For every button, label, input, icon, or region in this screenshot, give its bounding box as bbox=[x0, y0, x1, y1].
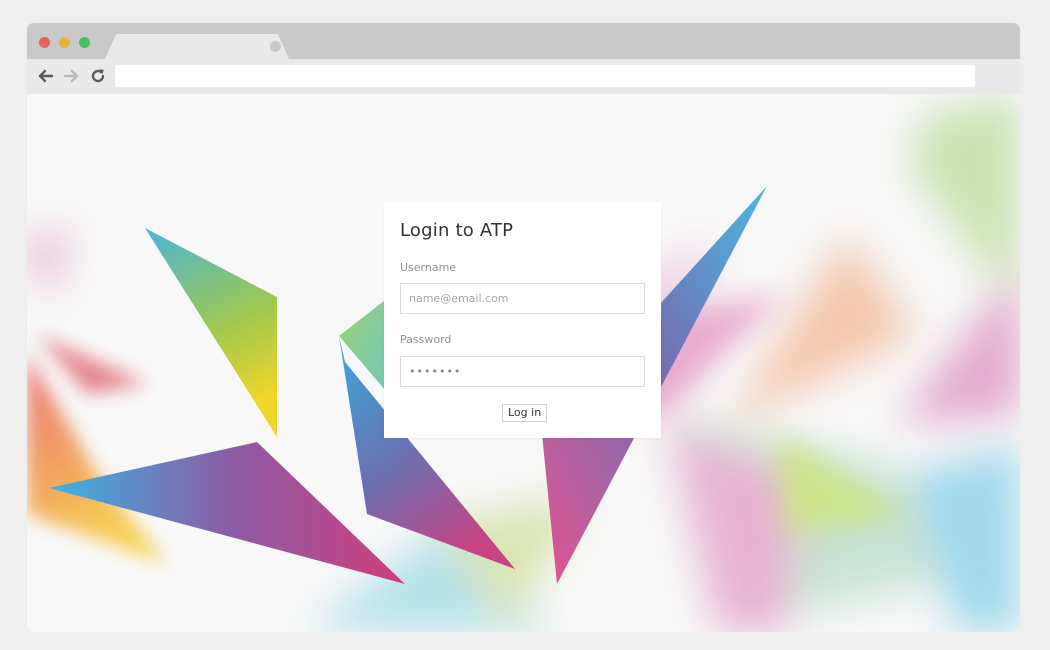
login-title: Login to ATP bbox=[400, 220, 514, 241]
browser-tab[interactable] bbox=[105, 34, 289, 59]
back-arrow-icon[interactable] bbox=[35, 64, 55, 88]
page-viewport: Login to ATP Username Password Log in bbox=[27, 94, 1020, 632]
minimize-window-button[interactable] bbox=[59, 37, 70, 48]
title-bar bbox=[27, 23, 1020, 59]
address-bar-input[interactable] bbox=[115, 65, 975, 87]
password-input[interactable] bbox=[400, 356, 645, 387]
username-input[interactable] bbox=[400, 283, 645, 314]
maximize-window-button[interactable] bbox=[79, 37, 90, 48]
tab-close-icon[interactable] bbox=[270, 41, 281, 52]
forward-arrow-icon[interactable] bbox=[62, 64, 82, 88]
browser-window: Login to ATP Username Password Log in bbox=[27, 23, 1020, 632]
username-label: Username bbox=[400, 261, 457, 274]
password-label: Password bbox=[400, 333, 452, 346]
browser-toolbar bbox=[27, 59, 1020, 94]
close-window-button[interactable] bbox=[39, 37, 50, 48]
login-button[interactable]: Log in bbox=[502, 404, 548, 422]
login-card: Login to ATP Username Password Log in bbox=[384, 202, 661, 438]
reload-icon[interactable] bbox=[88, 64, 108, 88]
